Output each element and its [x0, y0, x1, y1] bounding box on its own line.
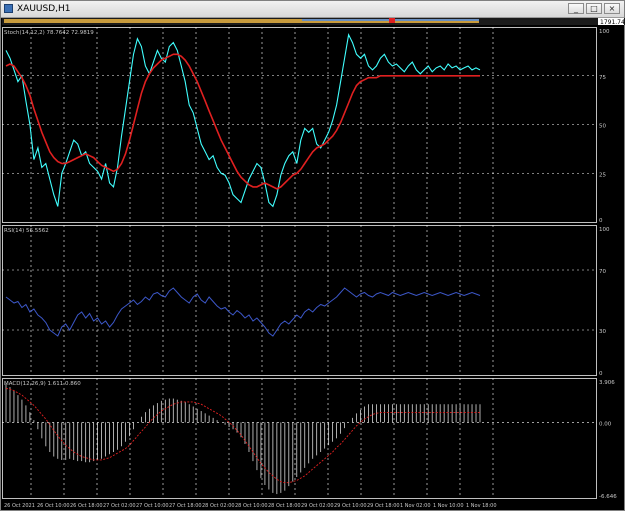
rsi-line: [5, 287, 481, 337]
price-marker: [389, 18, 395, 23]
level-label: 50: [599, 124, 606, 130]
level-label: 0: [599, 371, 603, 377]
level-label: 30: [599, 329, 606, 335]
pane-frame: [2, 225, 597, 376]
time-axis-label: 28 Oct 18:00: [268, 503, 301, 509]
level-label: 70: [599, 269, 606, 275]
level-label: 0.00: [599, 421, 612, 427]
time-axis-label: 26 Oct 18:00: [70, 503, 103, 509]
level-label: 3.906: [599, 380, 615, 386]
indicator-chart[interactable]: 1791.74 100 75 50 25 0 Stoch(14,12,2) 78.7642 …: [2, 18, 625, 511]
time-axis-label: 28 Oct 10:00: [235, 503, 268, 509]
stoch-main-line: [5, 33, 481, 208]
level-label: -6.646: [599, 494, 617, 500]
price-label: 1791.74: [600, 19, 625, 26]
chart-window: XAUUSD,H1 _ □ × 1791.74 100 75 50 25 0 Stoch(1…: [0, 0, 625, 511]
time-axis-label: 1 Nov 18:00: [466, 503, 497, 509]
level-label: 0: [599, 218, 603, 224]
time-axis-label: 27 Oct 18:00: [169, 503, 202, 509]
level-label: 100: [599, 227, 610, 233]
time-axis-label: 29 Oct 02:00: [301, 503, 334, 509]
time-axis-label: 27 Oct 10:00: [136, 503, 169, 509]
window-title: XAUUSD,H1: [17, 4, 71, 14]
pane-frame: [2, 378, 597, 499]
stoch-signal-line: [5, 53, 480, 190]
minimize-button[interactable]: _: [568, 3, 584, 14]
close-button[interactable]: ×: [604, 3, 620, 14]
pane-label: MACD(12,26,9) 1.611 0.860: [4, 381, 81, 387]
level-label: 25: [599, 172, 606, 178]
time-axis-label: 26 Oct 2021: [4, 503, 35, 509]
time-axis-label: 1 Nov 02:00: [400, 503, 431, 509]
pane-label: RSI(14) 56.5562: [4, 228, 49, 234]
time-axis-label: 1 Nov 10:00: [433, 503, 464, 509]
time-axis-label: 29 Oct 18:00: [367, 503, 400, 509]
time-axis-label: 29 Oct 10:00: [334, 503, 367, 509]
window-titlebar[interactable]: XAUUSD,H1 _ □ ×: [1, 1, 624, 18]
pane-frame: [2, 27, 597, 223]
time-axis-label: 27 Oct 02:00: [103, 503, 136, 509]
pane-label: Stoch(14,12,2) 78.7642 72.9819: [4, 30, 94, 36]
time-axis-label: 26 Oct 10:00: [37, 503, 70, 509]
time-axis-label: 28 Oct 02:00: [202, 503, 235, 509]
macd-signal-line: [5, 387, 480, 484]
level-label: 100: [599, 29, 610, 35]
level-label: 75: [599, 75, 606, 81]
maximize-button[interactable]: □: [586, 3, 602, 14]
chart-icon: [4, 4, 13, 13]
